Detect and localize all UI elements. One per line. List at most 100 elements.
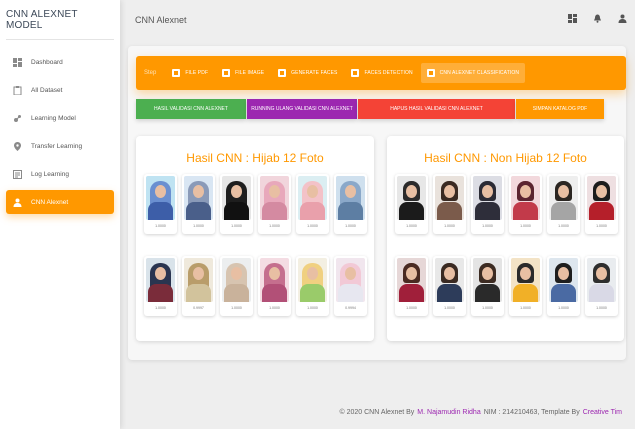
photo-card[interactable]: 1.0000 [433, 256, 466, 316]
confidence-score: 1.0000 [482, 224, 493, 228]
face-photo [184, 176, 213, 220]
sidebar-item-label: Log Learning [31, 170, 69, 178]
delete-validation-button[interactable]: HAPUS HASIL VALIDASI CNN ALEXNET [358, 99, 515, 119]
confidence-score: 1.0000 [406, 306, 417, 310]
face-photo [184, 258, 213, 302]
photo-card[interactable]: 1.0000 [585, 256, 618, 316]
confidence-score: 1.0000 [596, 306, 607, 310]
sidebar-item-label: All Dataset [31, 86, 63, 94]
photo-card[interactable]: 1.0000 [547, 256, 580, 316]
person-icon[interactable] [618, 14, 627, 23]
author-link[interactable]: M. Najamudin Ridha [417, 409, 480, 416]
face-photo [146, 176, 175, 220]
photo-card[interactable]: 0.9994 [334, 256, 367, 316]
photo-card[interactable]: 1.0000 [471, 256, 504, 316]
face-photo [549, 176, 578, 220]
sidebar-nav: Dashboard All Dataset Learning Model Tra… [0, 40, 120, 214]
step-tabs: Step FILE PDF FILE IMAGE GENERATE FACES … [136, 56, 626, 90]
photo-card[interactable]: 1.0000 [296, 174, 329, 234]
photo-card[interactable]: 1.0000 [144, 256, 177, 316]
hijab-results-panel: Hasil CNN : Hijab 12 Foto 1.0000 1.0000 1.… [136, 136, 374, 341]
tab-file-image[interactable]: FILE IMAGE [216, 63, 270, 83]
footer: © 2020 CNN Alexnet By M. Najamudin Ridha… [120, 396, 635, 429]
sidebar-item-log-learning[interactable]: Log Learning [6, 162, 114, 186]
photo-card[interactable]: 1.0000 [547, 174, 580, 234]
validate-button[interactable]: HASIL VALIDASI CNN ALEXNET [136, 99, 246, 119]
tab-file-pdf[interactable]: FILE PDF [166, 63, 214, 83]
face-photo [260, 258, 289, 302]
sidebar-item-cnn-alexnet[interactable]: CNN Alexnet [6, 190, 114, 214]
face-photo [587, 176, 616, 220]
photo-card[interactable]: 1.0000 [296, 256, 329, 316]
tab-label: CNN ALEXNET CLASSIFICATION [439, 70, 520, 76]
face-photo [511, 176, 540, 220]
photo-card[interactable]: 1.0000 [220, 256, 253, 316]
tab-label: FACES DETECTION [364, 70, 413, 76]
sidebar-item-all-dataset[interactable]: All Dataset [6, 78, 114, 102]
tab-label: GENERATE FACES [291, 70, 338, 76]
tab-generate-faces[interactable]: GENERATE FACES [272, 63, 343, 83]
sidebar-item-learning-model[interactable]: Learning Model [6, 106, 114, 130]
confidence-score: 0.9994 [345, 306, 356, 310]
face-icon [278, 69, 287, 77]
face-photo [336, 176, 365, 220]
brand-title[interactable]: CNN ALEXNET MODEL [6, 0, 114, 40]
photo-card[interactable]: 1.0000 [471, 174, 504, 234]
confidence-score: 1.0000 [269, 224, 280, 228]
photo-grid: 1.0000 1.0000 1.0000 1.0000 1.0000 1.0000 1.00… [395, 174, 619, 316]
photo-card[interactable]: 1.0000 [395, 174, 428, 234]
face-photo [435, 176, 464, 220]
dashboard-icon [13, 57, 22, 67]
nonhijab-results-panel: Hasil CNN : Non Hijab 12 Foto 1.0000 1.00… [387, 136, 624, 341]
photo-card[interactable]: 1.0000 [182, 174, 215, 234]
face-photo [260, 176, 289, 220]
confidence-score: 1.0000 [444, 224, 455, 228]
face-photo [222, 258, 251, 302]
face-photo [549, 258, 578, 302]
photo-card[interactable]: 1.0000 [220, 174, 253, 234]
photo-card[interactable]: 1.0000 [509, 174, 542, 234]
tab-label: FILE IMAGE [235, 70, 265, 76]
confidence-score: 1.0000 [444, 306, 455, 310]
photo-card[interactable]: 1.0000 [144, 174, 177, 234]
footer-copyright: © 2020 CNN Alexnet By [339, 409, 415, 416]
bell-icon[interactable] [593, 14, 602, 23]
photo-card[interactable]: 1.0000 [585, 174, 618, 234]
face-photo [435, 258, 464, 302]
face-photo [587, 258, 616, 302]
sidebar-item-dashboard[interactable]: Dashboard [6, 50, 114, 74]
sidebar-item-transfer-learning[interactable]: Transfer Learning [6, 134, 114, 158]
face-photo [222, 176, 251, 220]
person-icon [13, 198, 22, 207]
confidence-score: 1.0000 [193, 224, 204, 228]
confidence-score: 1.0000 [231, 224, 242, 228]
top-navbar: CNN Alexnet [120, 0, 635, 40]
confidence-score: 1.0000 [558, 306, 569, 310]
save-catalog-button[interactable]: SIMPAN KATALOG PDF [516, 99, 604, 119]
tab-faces-detection[interactable]: FACES DETECTION [345, 63, 418, 83]
confidence-score: 1.0000 [520, 224, 531, 228]
confidence-score: 1.0000 [307, 306, 318, 310]
rerun-validation-button[interactable]: RUNNING ULANG VALIDASI CNN ALEXNET [247, 99, 357, 119]
photo-grid: 1.0000 1.0000 1.0000 1.0000 1.0000 1.0000 1.00… [144, 174, 368, 316]
face-photo [473, 258, 502, 302]
photo-card[interactable]: 1.0000 [258, 174, 291, 234]
file-icon [172, 69, 181, 77]
action-buttons: HASIL VALIDASI CNN ALEXNET RUNNING ULANG… [136, 99, 604, 119]
photo-card[interactable]: 1.0000 [509, 256, 542, 316]
tab-cnn-alexnet-classification[interactable]: CNN ALEXNET CLASSIFICATION [420, 63, 526, 83]
confidence-score: 1.0000 [231, 306, 242, 310]
photo-card[interactable]: 1.0000 [334, 174, 367, 234]
photo-card[interactable]: 1.0000 [395, 256, 428, 316]
photo-card[interactable]: 0.9997 [182, 256, 215, 316]
sidebar-item-label: Transfer Learning [31, 142, 83, 150]
photo-card[interactable]: 1.0000 [433, 174, 466, 234]
confidence-score: 1.0000 [596, 224, 607, 228]
confidence-score: 1.0000 [307, 224, 318, 228]
location-pin-icon [13, 141, 22, 151]
dashboard-icon[interactable] [568, 14, 577, 23]
confidence-score: 1.0000 [155, 224, 166, 228]
template-link[interactable]: Creative Tim [583, 409, 622, 416]
face-photo [397, 258, 426, 302]
photo-card[interactable]: 1.0000 [258, 256, 291, 316]
